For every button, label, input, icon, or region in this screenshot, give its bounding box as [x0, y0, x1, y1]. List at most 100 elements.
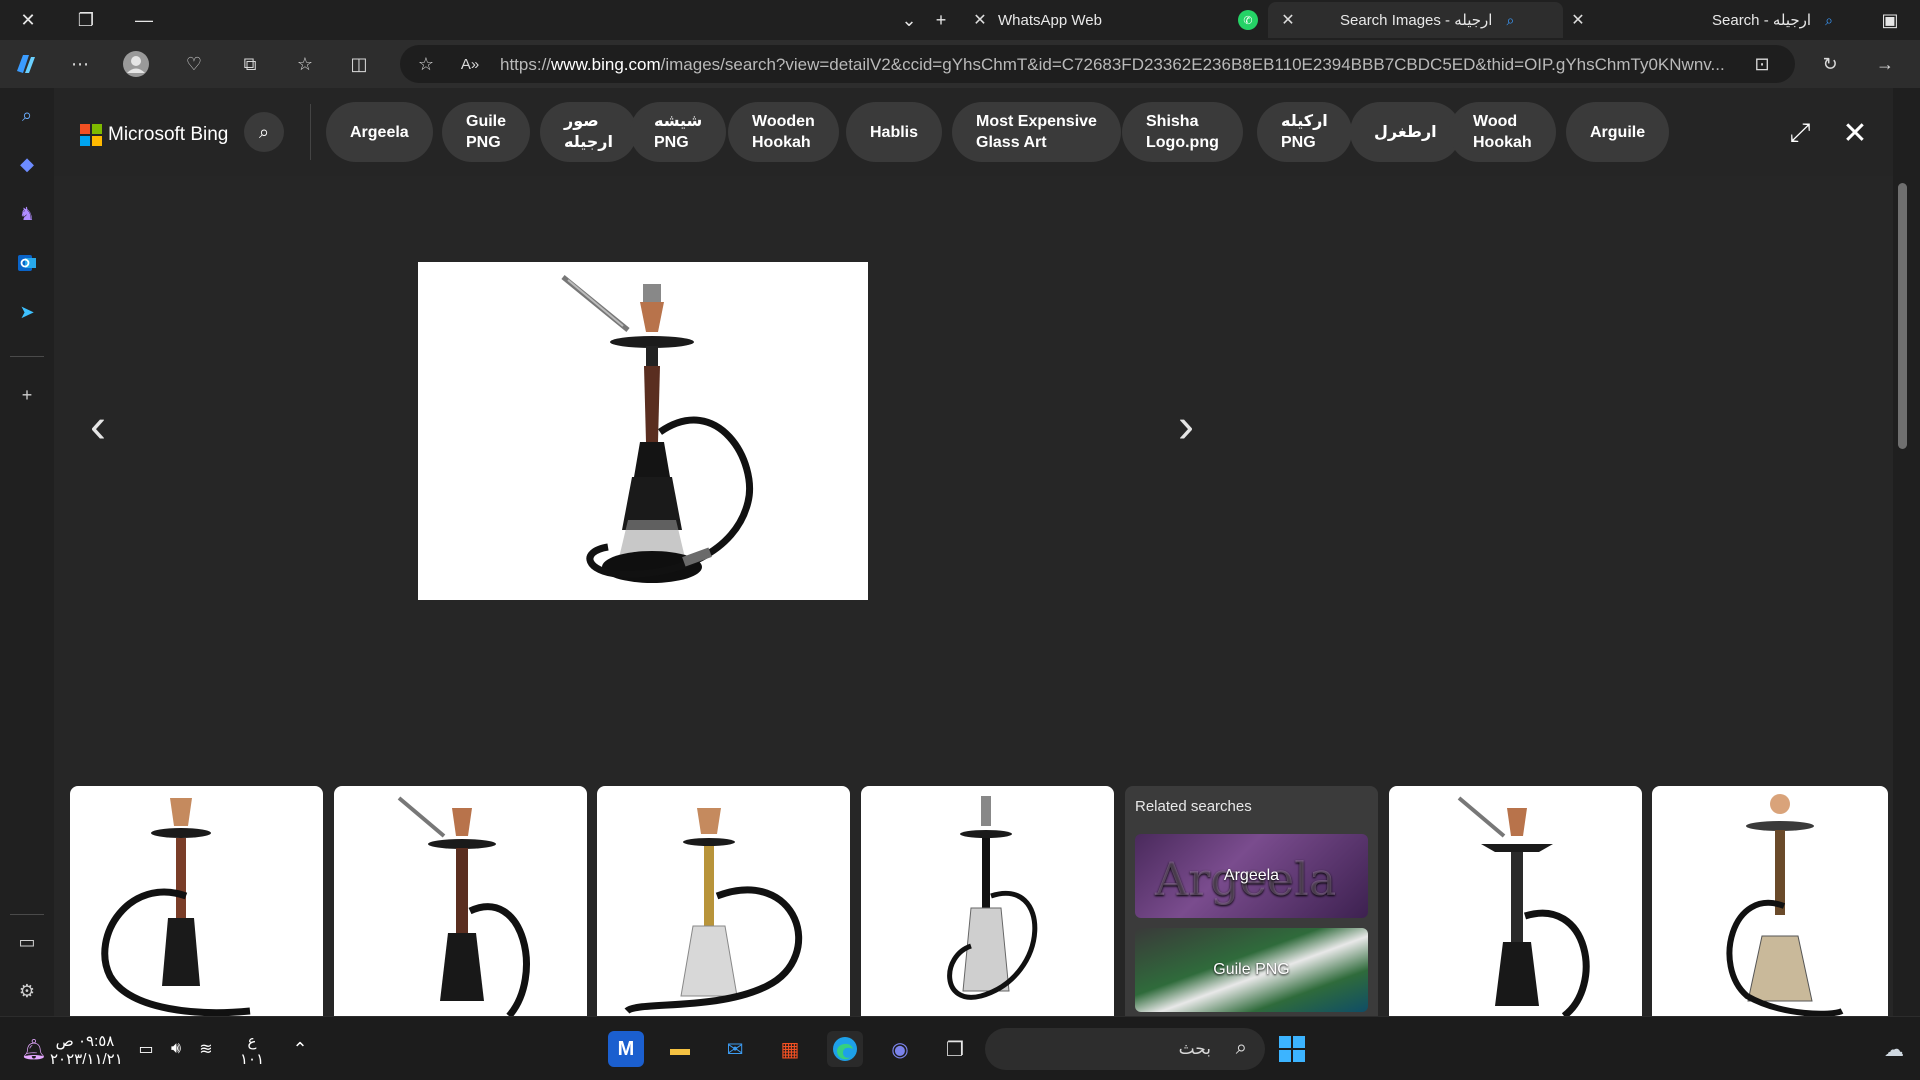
taskbar-search-box[interactable]: بحث ⌕	[985, 1028, 1265, 1070]
tab-title: Search - ارجيله	[1712, 12, 1812, 29]
tab-bar: ✕ ❐ — ⌄ + ✕ WhatsApp Web ✆ ✕ Search Imag…	[0, 0, 1920, 40]
tab-whatsapp[interactable]: ✕ WhatsApp Web ✆	[968, 2, 1293, 38]
tab-close-icon[interactable]: ✕	[968, 10, 992, 30]
show-hidden-icons-chevron-icon[interactable]: ⌃	[282, 1031, 318, 1067]
collections-icon[interactable]: ⧉	[234, 48, 266, 80]
minimize-window-icon[interactable]: —	[128, 4, 160, 36]
browser-essentials-icon[interactable]: ♡	[178, 48, 210, 80]
related-chip[interactable]: صور ارجيله	[540, 102, 637, 162]
bing-detail-header: Microsoft Bing ⌕ Argeela Guile PNG صور ا…	[54, 88, 1893, 176]
more-options-icon[interactable]: ⋯	[64, 48, 96, 80]
tab-actions-icon[interactable]: ▣	[1874, 4, 1906, 36]
sidebar-settings-icon[interactable]: ⚙	[11, 975, 43, 1007]
restore-window-icon[interactable]: ❐	[70, 4, 102, 36]
weather-widget-icon[interactable]: ☁	[1876, 1031, 1912, 1067]
tab-close-icon[interactable]: ✕	[1276, 10, 1300, 30]
clock-date: ٢٠٢٣/١١/٢١	[50, 1051, 123, 1068]
favorites-icon[interactable]: ☆	[289, 48, 321, 80]
related-search-card[interactable]: Argeela Argeela	[1135, 834, 1368, 918]
thumbnail-image[interactable]	[597, 786, 850, 1016]
teams-chat-icon[interactable]: ◉	[882, 1031, 918, 1067]
send-telegram-icon[interactable]: ➤	[11, 296, 43, 328]
sidebar-divider	[10, 356, 44, 357]
clock[interactable]: ٠٩:٥٨ ص ٢٠٢٣/١١/٢١	[50, 1033, 123, 1069]
profile-avatar-icon[interactable]	[120, 48, 152, 80]
games-icon[interactable]: ♞	[11, 198, 43, 230]
related-chip[interactable]: اركيله PNG	[1257, 102, 1352, 162]
task-view-icon[interactable]: ❐	[937, 1031, 973, 1067]
add-favorite-star-icon[interactable]: ☆	[410, 48, 442, 80]
header-divider	[310, 104, 311, 160]
notification-bell-icon[interactable]: 🔔︎	[16, 1031, 52, 1067]
related-chip[interactable]: ارطغرل	[1350, 102, 1461, 162]
forward-arrow-icon[interactable]: →	[1869, 48, 1901, 80]
hide-sidebar-icon[interactable]: ▭	[11, 926, 43, 958]
tab-search-images[interactable]: ✕ Search Images - ارجيله ⌕	[1268, 2, 1563, 38]
search-icon[interactable]: ⌕	[11, 99, 43, 131]
microsoft-store-icon[interactable]: ▦	[772, 1031, 808, 1067]
tab-title: Search Images - ارجيله	[1340, 12, 1493, 29]
windows-start-icon[interactable]	[1274, 1031, 1310, 1067]
sidebar-divider	[10, 914, 44, 915]
url-text: https://www.bing.com/images/search?view=…	[500, 55, 1725, 74]
address-bar[interactable]: ☆ A» https://www.bing.com/images/search?…	[400, 45, 1795, 83]
search-button[interactable]: ⌕	[244, 112, 284, 152]
new-tab-icon[interactable]: +	[925, 4, 957, 36]
related-chip[interactable]: Most Expensive Glass Art	[952, 102, 1121, 162]
tab-close-icon[interactable]: ✕	[1566, 10, 1590, 30]
related-chip[interactable]: Hablis	[846, 102, 943, 162]
thumbnail-image[interactable]	[861, 786, 1114, 1016]
read-aloud-icon[interactable]: A»	[454, 48, 486, 80]
input-language[interactable]: ع ١٠١	[240, 1033, 264, 1069]
tab-search[interactable]: ✕ Search - ارجيله ⌕	[1566, 2, 1876, 38]
outlook-icon[interactable]	[11, 247, 43, 279]
microsoft-logo-icon	[80, 124, 102, 146]
related-chip[interactable]: شيشه PNG	[630, 102, 727, 162]
related-searches-title: Related searches	[1135, 798, 1252, 815]
image-viewer: ‹ ›	[54, 176, 1893, 786]
vertical-scrollbar[interactable]	[1898, 183, 1907, 449]
related-chip[interactable]: Wood Hookah	[1449, 102, 1556, 162]
related-searches-panel: Related searches Argeela Argeela Guile P…	[1125, 786, 1378, 1016]
thumbnail-image[interactable]	[1389, 786, 1642, 1016]
previous-image-icon[interactable]: ‹	[78, 396, 118, 456]
related-chip[interactable]: Wooden Hookah	[728, 102, 839, 162]
whatsapp-icon: ✆	[1238, 10, 1258, 30]
edge-sidebar: ⌕ ◆ ♞ ➤ + ▭ ⚙	[0, 88, 54, 1016]
related-search-label: Argeela	[1223, 867, 1280, 884]
next-image-icon[interactable]: ›	[1166, 396, 1206, 456]
mail-icon[interactable]: ✉	[717, 1031, 753, 1067]
thumbnail-strip: Related searches Argeela Argeela Guile P…	[54, 786, 1893, 1016]
add-sidebar-app-icon[interactable]: +	[11, 379, 43, 411]
thumbnail-image[interactable]	[334, 786, 587, 1016]
windows-taskbar: 🔔︎ ٠٩:٥٨ ص ٢٠٢٣/١١/٢١ ▭ 🔊︎ ≋ ع ١٠١ ⌃ M ▬…	[0, 1016, 1920, 1080]
tab-title: WhatsApp Web	[998, 11, 1102, 29]
bing-logo[interactable]: Microsoft Bing	[80, 124, 228, 146]
related-search-card[interactable]: Guile PNG	[1135, 928, 1368, 1012]
close-overlay-icon[interactable]: ✕	[1838, 116, 1872, 150]
related-chip[interactable]: Guile PNG	[442, 102, 531, 162]
malwarebytes-app-icon[interactable]: M	[608, 1031, 644, 1067]
main-hookah-image[interactable]	[418, 262, 868, 600]
split-screen-icon[interactable]: ◫	[343, 48, 375, 80]
expand-icon[interactable]: ⤢	[1783, 116, 1817, 150]
clock-time: ٠٩:٥٨ ص	[55, 1033, 115, 1050]
related-chip[interactable]: Shisha Logo.png	[1122, 102, 1243, 162]
thumbnail-image[interactable]	[70, 786, 323, 1016]
bing-search-icon: ⌕	[1825, 11, 1833, 28]
file-explorer-icon[interactable]: ▬	[662, 1031, 698, 1067]
search-placeholder: بحث	[1178, 1039, 1211, 1058]
related-chip[interactable]: Arguile	[1566, 102, 1670, 162]
address-toolbar: ⋯ ♡ ⧉ ☆ ◫ ☆ A» https://www.bing.com/imag…	[0, 40, 1920, 88]
tab-list-chevron-icon[interactable]: ⌄	[893, 4, 925, 36]
edge-browser-icon[interactable]	[827, 1031, 863, 1067]
shopping-tag-icon[interactable]: ◆	[11, 148, 43, 180]
related-search-label: Guile PNG	[1213, 961, 1290, 978]
app-available-icon[interactable]: ⊡	[1746, 48, 1778, 80]
thumbnail-image[interactable]	[1652, 786, 1888, 1016]
refresh-icon[interactable]: ↻	[1814, 48, 1846, 80]
related-chip[interactable]: Argeela	[326, 102, 433, 162]
close-window-icon[interactable]: ✕	[12, 4, 44, 36]
copilot-icon[interactable]	[10, 48, 42, 80]
wifi-icon[interactable]: ≋	[188, 1031, 224, 1067]
